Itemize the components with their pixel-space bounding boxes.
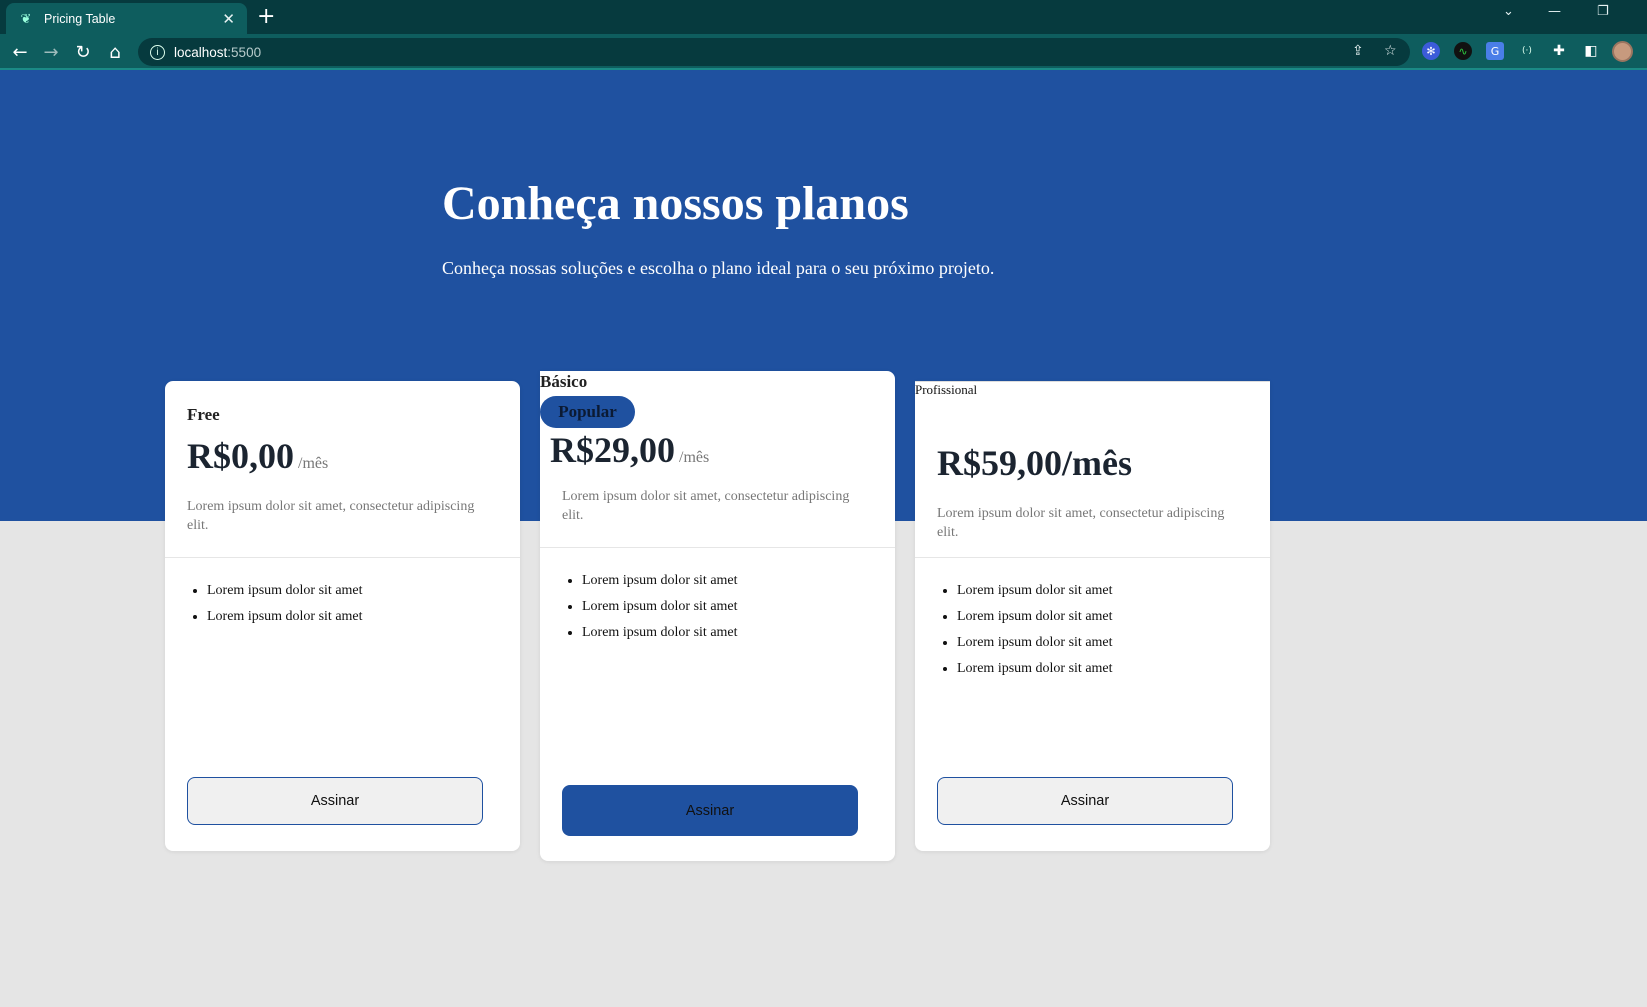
plan-description: Lorem ipsum dolor sit amet, consectetur … [562, 489, 850, 523]
feature-list: Lorem ipsum dolor sit amet Lorem ipsum d… [540, 568, 895, 646]
feature-item: Lorem ipsum dolor sit amet [957, 604, 1270, 630]
feature-item: Lorem ipsum dolor sit amet [207, 578, 520, 604]
site-info-icon[interactable]: i [150, 44, 165, 60]
share-icon[interactable]: ⇪ [1352, 43, 1364, 59]
subscribe-button-basic[interactable]: Assinar [562, 785, 858, 836]
new-tab-icon[interactable]: + [257, 5, 275, 29]
plan-name: Básico [540, 372, 588, 391]
tab-search-icon[interactable]: ⌄ [1503, 4, 1514, 19]
plan-description: Lorem ipsum dolor sit amet, consectetur … [937, 506, 1225, 540]
minimize-icon[interactable]: — [1548, 4, 1561, 19]
forward-icon[interactable]: → [39, 40, 63, 64]
feature-list: Lorem ipsum dolor sit amet Lorem ipsum d… [915, 578, 1270, 682]
page-subtitle: Conheça nossas soluções e escolha o plan… [442, 258, 995, 278]
plan-card-professional: Profissional R$59,00/mês Lorem ipsum dol… [915, 381, 1270, 851]
tab-title: Pricing Table [44, 11, 116, 26]
feature-item: Lorem ipsum dolor sit amet [582, 568, 895, 594]
feature-item: Lorem ipsum dolor sit amet [207, 604, 520, 630]
extension-monitor-icon[interactable]: ∿ [1454, 42, 1472, 60]
plan-price: R$0,00 [187, 436, 294, 476]
plan-price: R$29,00 [550, 430, 675, 470]
extension-translate-icon[interactable]: G [1486, 42, 1504, 60]
plan-description: Lorem ipsum dolor sit amet, consectetur … [187, 499, 475, 533]
browser-toolbar: ← → ↻ ⌂ i localhost:5500 ⇪ ☆ [0, 34, 1647, 70]
page-favicon-icon: ❦ [20, 10, 32, 26]
close-tab-icon[interactable]: ✕ [222, 10, 235, 28]
subscribe-button-free[interactable]: Assinar [187, 777, 483, 825]
plan-card-basic: Básico Popular R$29,00/mês Lorem ipsum d… [540, 371, 895, 861]
browser-tab-strip: ❦ Pricing Table ✕ + ⌄ — ❐ [0, 0, 1647, 34]
feature-item: Lorem ipsum dolor sit amet [957, 630, 1270, 656]
extension-gear-icon[interactable]: ✻ [1422, 42, 1440, 60]
side-panel-icon[interactable]: ◧ [1582, 42, 1600, 60]
extensions-puzzle-icon[interactable]: ✚ [1550, 42, 1568, 60]
feature-item: Lorem ipsum dolor sit amet [957, 656, 1270, 682]
feature-item: Lorem ipsum dolor sit amet [582, 594, 895, 620]
profile-avatar[interactable] [1612, 41, 1633, 62]
plan-price: R$59,00/mês [937, 443, 1132, 483]
url-text: localhost:5500 [174, 44, 262, 60]
feature-item: Lorem ipsum dolor sit amet [957, 578, 1270, 604]
plan-card-free: Free R$0,00/mês Lorem ipsum dolor sit am… [165, 381, 520, 851]
home-icon[interactable]: ⌂ [103, 40, 127, 64]
extension-code-icon[interactable]: (·) [1518, 42, 1536, 60]
address-bar[interactable]: i localhost:5500 ⇪ ☆ [138, 38, 1410, 66]
plan-name: Free [187, 405, 220, 424]
browser-tab[interactable]: ❦ Pricing Table ✕ [6, 3, 247, 34]
popular-badge: Popular [540, 396, 635, 428]
plan-period: /mês [298, 455, 329, 472]
page-title: Conheça nossos planos [442, 177, 909, 230]
back-icon[interactable]: ← [8, 40, 32, 64]
plan-name: Profissional [915, 382, 978, 397]
restore-icon[interactable]: ❐ [1597, 4, 1609, 19]
subscribe-button-professional[interactable]: Assinar [937, 777, 1233, 825]
feature-item: Lorem ipsum dolor sit amet [582, 620, 895, 646]
bookmark-star-icon[interactable]: ☆ [1384, 43, 1397, 59]
reload-icon[interactable]: ↻ [71, 40, 95, 64]
plan-period: /mês [679, 449, 710, 466]
feature-list: Lorem ipsum dolor sit amet Lorem ipsum d… [165, 578, 520, 630]
